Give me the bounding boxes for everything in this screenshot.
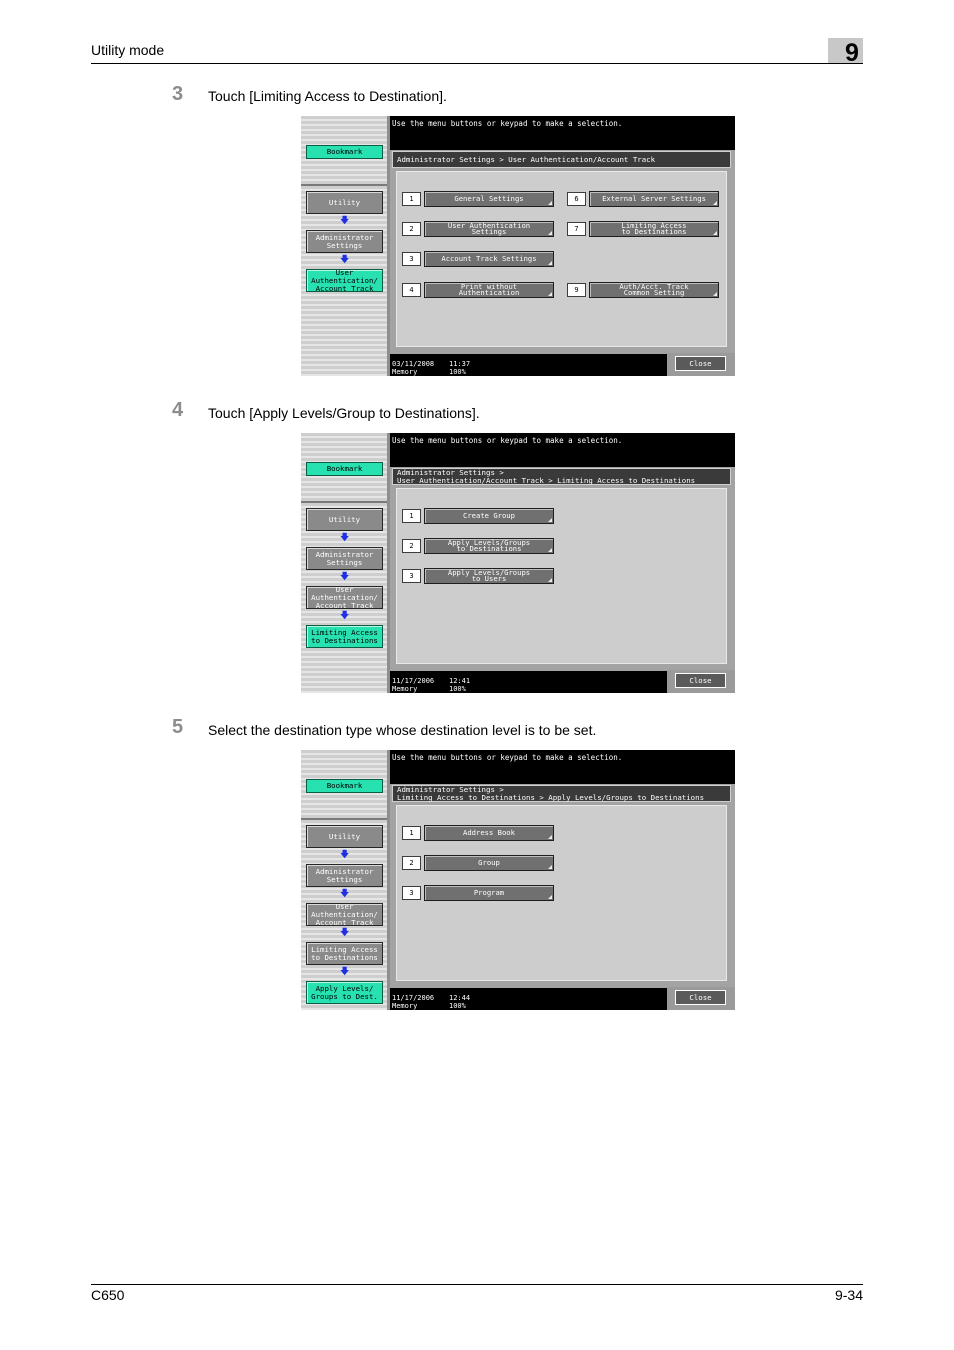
menu-button[interactable]: User Authentication Settings: [424, 221, 554, 237]
menu-button[interactable]: Auth/Acct. Track Common Setting: [589, 282, 719, 298]
sidebar-item-apply-levels[interactable]: Apply Levels/ Groups to Dest.: [306, 981, 383, 1004]
sidebar-item-limiting-access[interactable]: Limiting Access to Destinations: [306, 625, 383, 648]
step-text: Select the destination type whose destin…: [208, 722, 597, 738]
header-title: Utility mode: [91, 42, 165, 58]
arrow-down-icon: 🡇: [340, 850, 350, 860]
menu-number: 1: [402, 826, 421, 840]
bookmark-button[interactable]: Bookmark: [306, 145, 383, 159]
breadcrumb: Administrator Settings > User Authentica…: [392, 468, 731, 485]
bookmark-button[interactable]: Bookmark: [306, 462, 383, 476]
breadcrumb: Administrator Settings > User Authentica…: [392, 151, 731, 168]
breadcrumb: Administrator Settings > Limiting Access…: [392, 785, 731, 802]
arrow-down-icon: 🡇: [340, 216, 350, 226]
close-button[interactable]: Close: [675, 990, 726, 1005]
step-text: Touch [Apply Levels/Group to Destination…: [208, 405, 480, 421]
step-number: 3: [172, 83, 184, 105]
menu-number: 1: [402, 509, 421, 523]
sidebar-item-user-auth[interactable]: User Authentication/ Account Track: [306, 902, 383, 926]
menu-number: 9: [567, 283, 586, 297]
footer-model: C650: [91, 1287, 125, 1303]
screenshot-2: Bookmark Utility 🡇 Administrator Setting…: [301, 433, 735, 693]
step-number: 5: [172, 716, 184, 738]
menu-button-address-book[interactable]: Address Book: [424, 825, 554, 841]
sidebar-item-limiting-access[interactable]: Limiting Access to Destinations: [306, 942, 383, 965]
menu-button[interactable]: Account Track Settings: [424, 251, 554, 267]
menu-button-limiting-access[interactable]: Limiting Access to Destinations: [589, 221, 719, 237]
bookmark-button[interactable]: Bookmark: [306, 779, 383, 793]
arrow-down-icon: 🡇: [340, 533, 350, 543]
status-memory-label: Memory: [392, 685, 418, 693]
instruction-message: Use the menu buttons or keypad to make a…: [392, 119, 623, 128]
sidebar-item-utility[interactable]: Utility: [306, 825, 383, 848]
header-rule: [91, 63, 863, 64]
screenshot-3: Bookmark Utility 🡇 Administrator Setting…: [301, 750, 735, 1010]
status-date: 11/17/2006: [392, 994, 435, 1002]
sidebar-item-utility[interactable]: Utility: [306, 191, 383, 214]
footer-rule: [91, 1284, 863, 1285]
arrow-down-icon: 🡇: [340, 928, 350, 938]
step-number: 4: [172, 399, 184, 421]
status-memory: 100%: [449, 1002, 466, 1010]
sidebar-item-utility[interactable]: Utility: [306, 508, 383, 531]
menu-number: 3: [402, 252, 421, 266]
status-memory-label: Memory: [392, 368, 418, 376]
status-memory-label: Memory: [392, 1002, 418, 1010]
menu-number: 7: [567, 222, 586, 236]
status-time: 12:44: [449, 994, 471, 1002]
status-date: 03/11/2008: [392, 360, 435, 368]
menu-button[interactable]: Create Group: [424, 508, 554, 524]
arrow-down-icon: 🡇: [340, 572, 350, 582]
arrow-down-icon: 🡇: [340, 611, 350, 621]
status-memory: 100%: [449, 368, 466, 376]
sidebar-item-user-auth[interactable]: User Authentication/ Account Track: [306, 585, 383, 609]
close-button[interactable]: Close: [675, 673, 726, 688]
menu-button[interactable]: Print without Authentication: [424, 282, 554, 298]
sidebar-item-user-auth[interactable]: User Authentication/ Account Track: [306, 268, 383, 292]
menu-number: 6: [567, 192, 586, 206]
menu-button-apply-levels-dest[interactable]: Apply Levels/Groups to Destinations: [424, 538, 554, 554]
menu-button-program[interactable]: Program: [424, 885, 554, 901]
screenshot-1: Bookmark Utility 🡇 Administrator Setting…: [301, 116, 735, 376]
step-text: Touch [Limiting Access to Destination].: [208, 88, 447, 104]
arrow-down-icon: 🡇: [340, 889, 350, 899]
status-time: 11:37: [449, 360, 471, 368]
status-memory: 100%: [449, 685, 466, 693]
sidebar-item-admin-settings[interactable]: Administrator Settings: [306, 230, 383, 253]
sidebar-item-admin-settings[interactable]: Administrator Settings: [306, 547, 383, 570]
menu-number: 3: [402, 886, 421, 900]
menu-button[interactable]: External Server Settings: [589, 191, 719, 207]
status-date: 11/17/2006: [392, 677, 435, 685]
instruction-message: Use the menu buttons or keypad to make a…: [392, 436, 623, 445]
menu-button[interactable]: General Settings: [424, 191, 554, 207]
menu-number: 3: [402, 569, 421, 583]
menu-number: 1: [402, 192, 421, 206]
sidebar-item-admin-settings[interactable]: Administrator Settings: [306, 864, 383, 887]
footer-page-number: 9-34: [834, 1287, 863, 1303]
menu-number: 2: [402, 539, 421, 553]
arrow-down-icon: 🡇: [340, 967, 350, 977]
menu-number: 2: [402, 856, 421, 870]
menu-number: 4: [402, 283, 421, 297]
menu-button-group[interactable]: Group: [424, 855, 554, 871]
arrow-down-icon: 🡇: [340, 255, 350, 265]
instruction-message: Use the menu buttons or keypad to make a…: [392, 753, 623, 762]
menu-number: 2: [402, 222, 421, 236]
status-time: 12:41: [449, 677, 471, 685]
menu-button[interactable]: Apply Levels/Groups to Users: [424, 568, 554, 584]
close-button[interactable]: Close: [675, 356, 726, 371]
